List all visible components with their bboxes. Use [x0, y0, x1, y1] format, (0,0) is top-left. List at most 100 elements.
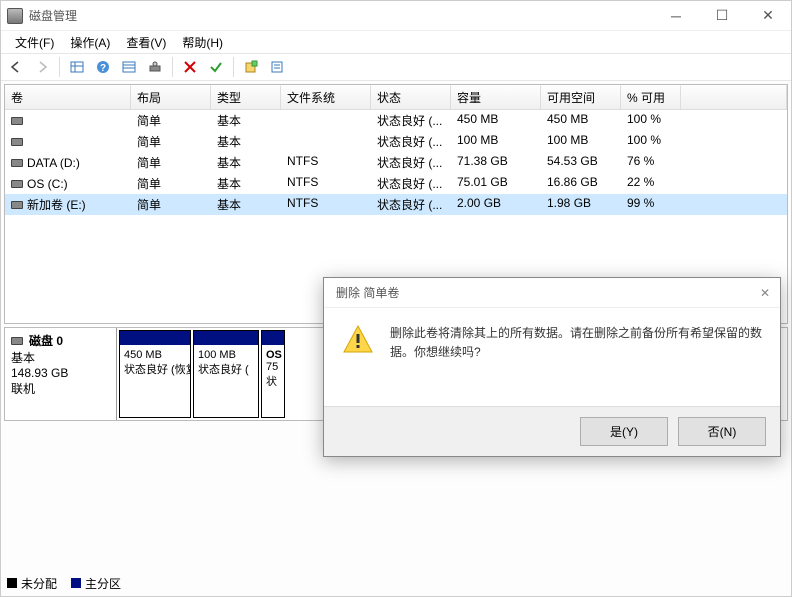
cell-pct: 100 %: [621, 110, 681, 131]
cell-filesystem: NTFS: [281, 152, 371, 173]
cell-free: 450 MB: [541, 110, 621, 131]
cell-filesystem: NTFS: [281, 194, 371, 215]
cell-filesystem: [281, 110, 371, 131]
col-capacity[interactable]: 容量: [451, 85, 541, 109]
nav-forward-button[interactable]: [31, 56, 53, 78]
dialog-close-button[interactable]: ✕: [760, 286, 770, 300]
cell-capacity: 75.01 GB: [451, 173, 541, 194]
cell-pct: 99 %: [621, 194, 681, 215]
volume-icon: [11, 117, 23, 125]
cell-status: 状态良好 (...: [371, 173, 451, 194]
new-volume-icon[interactable]: [240, 56, 262, 78]
cell-status: 状态良好 (...: [371, 110, 451, 131]
minimize-button[interactable]: ─: [653, 1, 699, 30]
table-row[interactable]: DATA (D:) 简单基本NTFS状态良好 (...71.38 GB54.53 …: [5, 152, 787, 173]
cell-free: 1.98 GB: [541, 194, 621, 215]
col-status[interactable]: 状态: [371, 85, 451, 109]
table-row[interactable]: 简单基本状态良好 (...450 MB450 MB100 %: [5, 110, 787, 131]
help-icon[interactable]: ?: [92, 56, 114, 78]
menu-file[interactable]: 文件(F): [7, 34, 62, 51]
menu-help[interactable]: 帮助(H): [174, 34, 231, 51]
cell-capacity: 71.38 GB: [451, 152, 541, 173]
table-header: 卷 布局 类型 文件系统 状态 容量 可用空间 % 可用: [5, 85, 787, 110]
col-volume[interactable]: 卷: [5, 85, 131, 109]
window-title: 磁盘管理: [29, 7, 653, 24]
cell-layout: 简单: [131, 110, 211, 131]
cell-free: 16.86 GB: [541, 173, 621, 194]
menubar: 文件(F) 操作(A) 查看(V) 帮助(H): [1, 31, 791, 53]
cell-layout: 简单: [131, 194, 211, 215]
dialog-no-button[interactable]: 否(N): [678, 417, 766, 446]
cell-status: 状态良好 (...: [371, 152, 451, 173]
disk-label: 磁盘 0: [29, 332, 63, 349]
table-row[interactable]: 简单基本状态良好 (...100 MB100 MB100 %: [5, 131, 787, 152]
volume-icon: [11, 180, 23, 188]
disk-icon: [11, 337, 23, 345]
titlebar: 磁盘管理 ─ ☐ ✕: [1, 1, 791, 31]
table-row[interactable]: 新加卷 (E:) 简单基本NTFS状态良好 (...2.00 GB1.98 GB9…: [5, 194, 787, 215]
partition-block[interactable]: OS75状: [261, 330, 285, 418]
col-freespace[interactable]: 可用空间: [541, 85, 621, 109]
volume-icon: [11, 201, 23, 209]
cell-type: 基本: [211, 110, 281, 131]
cell-free: 100 MB: [541, 131, 621, 152]
svg-text:?: ?: [100, 63, 106, 74]
col-type[interactable]: 类型: [211, 85, 281, 109]
menu-action[interactable]: 操作(A): [62, 34, 118, 51]
partition-block[interactable]: 450 MB状态良好 (恢复: [119, 330, 191, 418]
dialog-message: 删除此卷将清除其上的所有数据。请在删除之前备份所有希望保留的数据。你想继续吗?: [390, 324, 762, 362]
partition-block[interactable]: 100 MB状态良好 (: [193, 330, 259, 418]
col-layout[interactable]: 布局: [131, 85, 211, 109]
warning-icon: [342, 324, 374, 362]
maximize-button[interactable]: ☐: [699, 1, 745, 30]
toolbar: ?: [1, 53, 791, 81]
disk-type: 基本: [11, 349, 110, 366]
cell-status: 状态良好 (...: [371, 194, 451, 215]
volume-icon: [11, 159, 23, 167]
dialog-title: 删除 简单卷: [336, 284, 399, 301]
cell-free: 54.53 GB: [541, 152, 621, 173]
cell-pct: 76 %: [621, 152, 681, 173]
volume-name: 新加卷 (E:): [27, 196, 86, 213]
disk-status: 联机: [11, 380, 110, 397]
cell-pct: 22 %: [621, 173, 681, 194]
delete-icon[interactable]: [179, 56, 201, 78]
cell-capacity: 100 MB: [451, 131, 541, 152]
cell-capacity: 2.00 GB: [451, 194, 541, 215]
menu-view[interactable]: 查看(V): [118, 34, 174, 51]
cell-type: 基本: [211, 194, 281, 215]
close-button[interactable]: ✕: [745, 1, 791, 30]
col-filesystem[interactable]: 文件系统: [281, 85, 371, 109]
disk-size: 148.93 GB: [11, 366, 110, 380]
cell-pct: 100 %: [621, 131, 681, 152]
nav-back-button[interactable]: [5, 56, 27, 78]
legend: 未分配 主分区: [7, 575, 121, 592]
app-icon: [7, 8, 23, 24]
volume-icon: [11, 138, 23, 146]
disk-settings-icon[interactable]: [144, 56, 166, 78]
table-row[interactable]: OS (C:)简单基本NTFS状态良好 (...75.01 GB16.86 GB…: [5, 173, 787, 194]
dialog-yes-button[interactable]: 是(Y): [580, 417, 668, 446]
legend-primary-label: 主分区: [85, 577, 121, 591]
cell-type: 基本: [211, 152, 281, 173]
cell-layout: 简单: [131, 173, 211, 194]
delete-volume-dialog: 删除 简单卷 ✕ 删除此卷将清除其上的所有数据。请在删除之前备份所有希望保留的数…: [323, 277, 781, 457]
col-percentfree[interactable]: % 可用: [621, 85, 681, 109]
cell-type: 基本: [211, 173, 281, 194]
properties-icon[interactable]: [266, 56, 288, 78]
apply-icon[interactable]: [205, 56, 227, 78]
legend-unallocated-swatch: [7, 578, 17, 588]
cell-type: 基本: [211, 131, 281, 152]
disk-info[interactable]: 磁盘 0 基本 148.93 GB 联机: [5, 328, 117, 420]
cell-filesystem: [281, 131, 371, 152]
cell-capacity: 450 MB: [451, 110, 541, 131]
view-details-icon[interactable]: [118, 56, 140, 78]
view-list-icon[interactable]: [66, 56, 88, 78]
cell-layout: 简单: [131, 131, 211, 152]
legend-unallocated-label: 未分配: [21, 577, 57, 591]
legend-primary-swatch: [71, 578, 81, 588]
volume-name: DATA (D:): [27, 156, 80, 170]
cell-layout: 简单: [131, 152, 211, 173]
cell-status: 状态良好 (...: [371, 131, 451, 152]
volume-name: OS (C:): [27, 177, 68, 191]
